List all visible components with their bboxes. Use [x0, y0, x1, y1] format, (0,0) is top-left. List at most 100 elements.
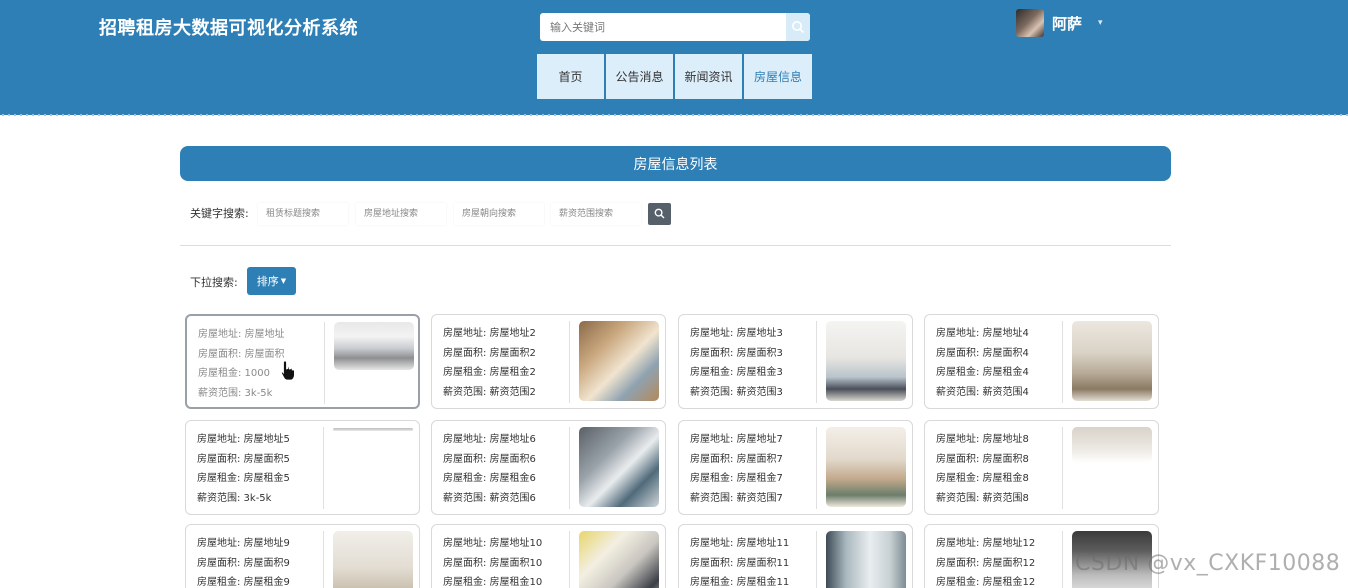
card-rent: 房屋租金: 房屋租金5 [197, 473, 290, 484]
card-address: 房屋地址: 房屋地址 [198, 329, 285, 340]
card-divider [816, 531, 817, 588]
house-card[interactable]: 房屋地址: 房屋地址9 房屋面积: 房屋面积9 房屋租金: 房屋租金9 [185, 524, 420, 588]
house-card[interactable]: 房屋地址: 房屋地址2 房屋面积: 房屋面积2 房屋租金: 房屋租金2 薪资范围… [431, 314, 666, 409]
keyword-search-label: 关键字搜索: [190, 207, 249, 220]
card-area: 房屋面积: 房屋面积8 [936, 453, 1029, 465]
card-divider [816, 427, 817, 509]
card-salary: 薪资范围: 薪资范围6 [443, 492, 536, 504]
house-photo[interactable] [579, 427, 659, 507]
card-area: 房屋面积: 房屋面积10 [443, 557, 543, 569]
card-rent: 房屋租金: 房屋租金10 [443, 577, 543, 588]
header-search-button[interactable] [786, 13, 810, 41]
house-card[interactable]: 房屋地址: 房屋地址11 房屋面积: 房屋面积11 房屋租金: 房屋租金11 [678, 524, 913, 588]
card-salary: 薪资范围: 薪资范围8 [936, 492, 1029, 504]
house-photo[interactable] [826, 321, 906, 401]
card-address: 房屋地址: 房屋地址6 [443, 434, 536, 445]
card-rent: 房屋租金: 房屋租金4 [936, 367, 1029, 378]
main-nav: 首页 公告消息 新闻资讯 房屋信息 [537, 54, 812, 99]
card-address: 房屋地址: 房屋地址2 [443, 328, 536, 339]
card-rent: 房屋租金: 房屋租金9 [197, 577, 290, 588]
divider [180, 245, 1171, 246]
card-area: 房屋面积: 房屋面积9 [197, 557, 290, 569]
card-divider [324, 322, 325, 404]
house-photo[interactable] [333, 531, 413, 588]
nav-item-news[interactable]: 新闻资讯 [675, 54, 744, 99]
house-card[interactable]: 房屋地址: 房屋地址6 房屋面积: 房屋面积6 房屋租金: 房屋租金6 薪资范围… [431, 420, 666, 515]
card-area: 房屋面积: 房屋面积6 [443, 453, 536, 465]
card-area: 房屋面积: 房屋面积3 [690, 347, 783, 359]
card-address: 房屋地址: 房屋地址11 [690, 538, 790, 549]
card-divider [816, 321, 817, 403]
house-photo[interactable] [826, 427, 906, 507]
card-address: 房屋地址: 房屋地址12 [936, 538, 1036, 549]
card-area: 房屋面积: 房屋面积11 [690, 557, 790, 569]
avatar[interactable] [1016, 9, 1044, 37]
card-divider [569, 531, 570, 588]
card-divider [1062, 321, 1063, 403]
card-rent: 房屋租金: 1000 [198, 368, 270, 379]
card-rent: 房屋租金: 房屋租金11 [690, 577, 790, 588]
header-dotted-border [0, 113, 1348, 117]
card-divider [1062, 531, 1063, 588]
card-rent: 房屋租金: 房屋租金2 [443, 367, 536, 378]
title-search-input[interactable] [258, 203, 348, 225]
house-card[interactable]: 房屋地址: 房屋地址5 房屋面积: 房屋面积5 房屋租金: 房屋租金5 薪资范围… [185, 420, 420, 515]
card-salary: 薪资范围: 3k-5k [197, 492, 272, 504]
orientation-search-input[interactable] [454, 203, 544, 225]
card-divider [569, 321, 570, 403]
card-rent: 房屋租金: 房屋租金6 [443, 473, 536, 484]
card-salary: 薪资范围: 薪资范围7 [690, 492, 783, 504]
card-area: 房屋面积: 房屋面积 [198, 348, 285, 360]
user-menu[interactable]: 阿萨 ▾ [1016, 8, 1103, 38]
nav-item-announcements[interactable]: 公告消息 [606, 54, 675, 99]
username[interactable]: 阿萨 [1052, 13, 1082, 34]
card-rent: 房屋租金: 房屋租金12 [936, 577, 1036, 588]
nav-item-home[interactable]: 首页 [537, 54, 606, 99]
house-card[interactable]: 房屋地址: 房屋地址4 房屋面积: 房屋面积4 房屋租金: 房屋租金4 薪资范围… [924, 314, 1159, 409]
house-photo[interactable] [826, 531, 906, 588]
house-photo[interactable] [1072, 321, 1152, 401]
caret-down-icon: ▼ [280, 277, 287, 285]
house-card[interactable]: 房屋地址: 房屋地址 房屋面积: 房屋面积 房屋租金: 1000 薪资范围: 3… [185, 314, 420, 409]
card-address: 房屋地址: 房屋地址3 [690, 328, 783, 339]
card-divider [1062, 427, 1063, 509]
card-address: 房屋地址: 房屋地址7 [690, 434, 783, 445]
header-search-box [540, 13, 810, 41]
house-card[interactable]: 房屋地址: 房屋地址10 房屋面积: 房屋面积10 房屋租金: 房屋租金10 [431, 524, 666, 588]
search-icon [792, 21, 805, 34]
hand-cursor-icon [281, 360, 295, 381]
card-salary: 薪资范围: 薪资范围2 [443, 386, 536, 398]
card-address: 房屋地址: 房屋地址10 [443, 538, 543, 549]
card-divider [323, 427, 324, 509]
chevron-down-icon[interactable]: ▾ [1098, 18, 1103, 28]
house-photo[interactable] [1072, 427, 1152, 463]
nav-item-house-info[interactable]: 房屋信息 [744, 54, 812, 99]
house-card[interactable]: 房屋地址: 房屋地址7 房屋面积: 房屋面积7 房屋租金: 房屋租金7 薪资范围… [678, 420, 913, 515]
sort-dropdown-button[interactable]: 排序 ▼ [247, 267, 296, 295]
app-title: 招聘租房大数据可视化分析系统 [99, 18, 358, 39]
card-salary: 薪资范围: 薪资范围4 [936, 386, 1029, 398]
house-card[interactable]: 房屋地址: 房屋地址8 房屋面积: 房屋面积8 房屋租金: 房屋租金8 薪资范围… [924, 420, 1159, 515]
house-photo[interactable] [333, 428, 413, 431]
card-area: 房屋面积: 房屋面积7 [690, 453, 783, 465]
salary-search-input[interactable] [551, 203, 641, 225]
watermark: CSDN @vx_CXKF10088 [1075, 551, 1341, 576]
card-divider [323, 531, 324, 588]
sort-label: 排序 [256, 275, 279, 288]
card-address: 房屋地址: 房屋地址4 [936, 328, 1029, 339]
house-photo[interactable] [334, 322, 414, 370]
card-salary: 薪资范围: 3k-5k [198, 387, 273, 399]
house-photo[interactable] [579, 531, 659, 588]
card-rent: 房屋租金: 房屋租金8 [936, 473, 1029, 484]
keyword-search-button[interactable] [648, 203, 671, 225]
header-search-input[interactable] [540, 13, 786, 41]
house-card[interactable]: 房屋地址: 房屋地址3 房屋面积: 房屋面积3 房屋租金: 房屋租金3 薪资范围… [678, 314, 913, 409]
address-search-input[interactable] [356, 203, 446, 225]
card-area: 房屋面积: 房屋面积2 [443, 347, 536, 359]
panel-title: 房屋信息列表 [180, 146, 1171, 181]
top-header: 招聘租房大数据可视化分析系统 阿萨 ▾ 首页 公告消息 新闻资讯 房屋信息 [0, 0, 1348, 115]
dropdown-search-label: 下拉搜索: [190, 276, 238, 289]
house-photo[interactable] [579, 321, 659, 401]
search-icon [654, 208, 665, 219]
card-area: 房屋面积: 房屋面积5 [197, 453, 290, 465]
